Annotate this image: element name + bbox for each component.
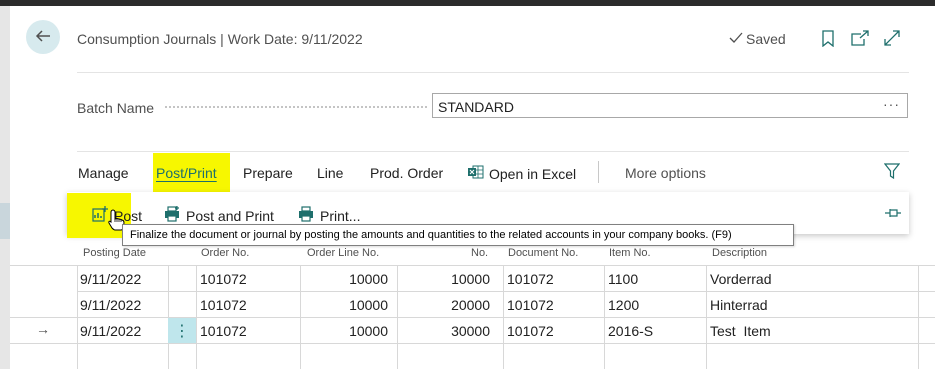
- action-post-print[interactable]: Post/Print: [156, 165, 217, 181]
- column-divider: [168, 265, 169, 369]
- column-header-order-line-no[interactable]: Order Line No.: [307, 247, 379, 259]
- action-manage[interactable]: Manage: [78, 165, 129, 181]
- column-header-posting-date[interactable]: Posting Date: [83, 247, 146, 259]
- row-divider: [10, 343, 935, 344]
- column-header-description[interactable]: Description: [712, 247, 767, 259]
- action-bar-separator: [598, 161, 599, 183]
- order-line-no-cell[interactable]: 10000: [300, 323, 388, 339]
- column-divider: [604, 265, 605, 369]
- action-open-in-excel[interactable]: Open in Excel: [468, 165, 576, 182]
- document-no-cell[interactable]: 101072: [507, 271, 554, 287]
- arrow-left-icon: [34, 27, 52, 48]
- left-strip-selection: [0, 203, 10, 239]
- document-no-cell[interactable]: 101072: [507, 323, 554, 339]
- column-divider: [706, 265, 707, 369]
- post-and-print-icon: [164, 206, 180, 225]
- batch-name-label: Batch Name: [77, 100, 155, 116]
- batch-lookup-button[interactable]: ···: [883, 96, 900, 112]
- open-in-excel-label: Open in Excel: [489, 165, 577, 182]
- filter-icon[interactable]: [883, 163, 901, 184]
- column-divider: [918, 265, 919, 369]
- action-more-options[interactable]: More options: [625, 165, 706, 181]
- document-no-cell[interactable]: 101072: [507, 297, 554, 313]
- post-tooltip: Finalize the document or journal by post…: [122, 224, 794, 246]
- item-no-cell[interactable]: 1200: [608, 297, 639, 313]
- batch-name-value: STANDARD: [438, 99, 514, 115]
- left-navigation-strip: [0, 6, 10, 369]
- posting-date-cell[interactable]: 9/11/2022: [80, 297, 141, 313]
- printer-icon: [298, 206, 314, 225]
- post-and-print-button[interactable]: Post and Print: [164, 206, 274, 225]
- column-divider: [77, 265, 78, 369]
- description-cell[interactable]: Hinterrad: [710, 297, 768, 313]
- row-actions-button[interactable]: ⋮: [168, 318, 196, 343]
- header-divider: [77, 72, 909, 73]
- page-title: Consumption Journals | Work Date: 9/11/2…: [77, 31, 363, 47]
- line-no-cell[interactable]: 10000: [397, 271, 490, 287]
- column-header-line-no[interactable]: No.: [471, 247, 488, 259]
- table-header-divider: [10, 265, 935, 266]
- row-divider: [77, 291, 935, 292]
- print-label: Print...: [320, 207, 361, 224]
- batch-name-field[interactable]: STANDARD ···: [432, 93, 908, 118]
- item-no-cell[interactable]: 2016-S: [608, 323, 653, 339]
- posting-date-cell[interactable]: 9/11/2022: [80, 271, 141, 287]
- column-header-order-no[interactable]: Order No.: [201, 247, 249, 259]
- description-cell[interactable]: Vorderrad: [710, 271, 771, 287]
- expand-icon[interactable]: [882, 28, 902, 48]
- action-line[interactable]: Line: [317, 165, 343, 181]
- column-divider: [196, 265, 197, 369]
- print-button[interactable]: Print...: [298, 206, 360, 225]
- pin-icon[interactable]: [884, 206, 902, 224]
- order-no-cell[interactable]: 101072: [200, 297, 247, 313]
- order-no-cell[interactable]: 101072: [200, 271, 247, 287]
- row-divider: [10, 317, 935, 318]
- action-bar-divider: [77, 151, 909, 152]
- batch-name-leader: [165, 106, 427, 108]
- excel-icon: [468, 165, 484, 182]
- order-line-no-cell[interactable]: 10000: [300, 297, 388, 313]
- checkmark-icon: [729, 31, 743, 47]
- order-line-no-cell[interactable]: 10000: [300, 271, 388, 287]
- line-no-cell[interactable]: 30000: [397, 323, 490, 339]
- column-header-item-no[interactable]: Item No.: [609, 247, 651, 259]
- open-in-new-window-icon[interactable]: [850, 28, 870, 48]
- bookmark-icon[interactable]: [818, 28, 838, 48]
- post-icon: [92, 206, 108, 225]
- current-row-indicator: →: [36, 321, 50, 337]
- line-no-cell[interactable]: 20000: [397, 297, 490, 313]
- saved-label: Saved: [746, 31, 786, 47]
- column-header-document-no[interactable]: Document No.: [508, 247, 578, 259]
- action-prepare[interactable]: Prepare: [243, 165, 293, 181]
- journal-page: Consumption Journals | Work Date: 9/11/2…: [10, 6, 935, 369]
- column-divider: [503, 265, 504, 369]
- saved-status: Saved: [729, 31, 786, 47]
- posting-date-cell[interactable]: 9/11/2022: [80, 323, 141, 339]
- order-no-cell[interactable]: 101072: [200, 323, 247, 339]
- back-button[interactable]: [26, 20, 60, 54]
- item-no-cell[interactable]: 1100: [608, 271, 638, 287]
- post-and-print-label: Post and Print: [186, 207, 274, 224]
- action-prod-order[interactable]: Prod. Order: [370, 165, 443, 181]
- description-cell[interactable]: Test Item: [710, 323, 771, 339]
